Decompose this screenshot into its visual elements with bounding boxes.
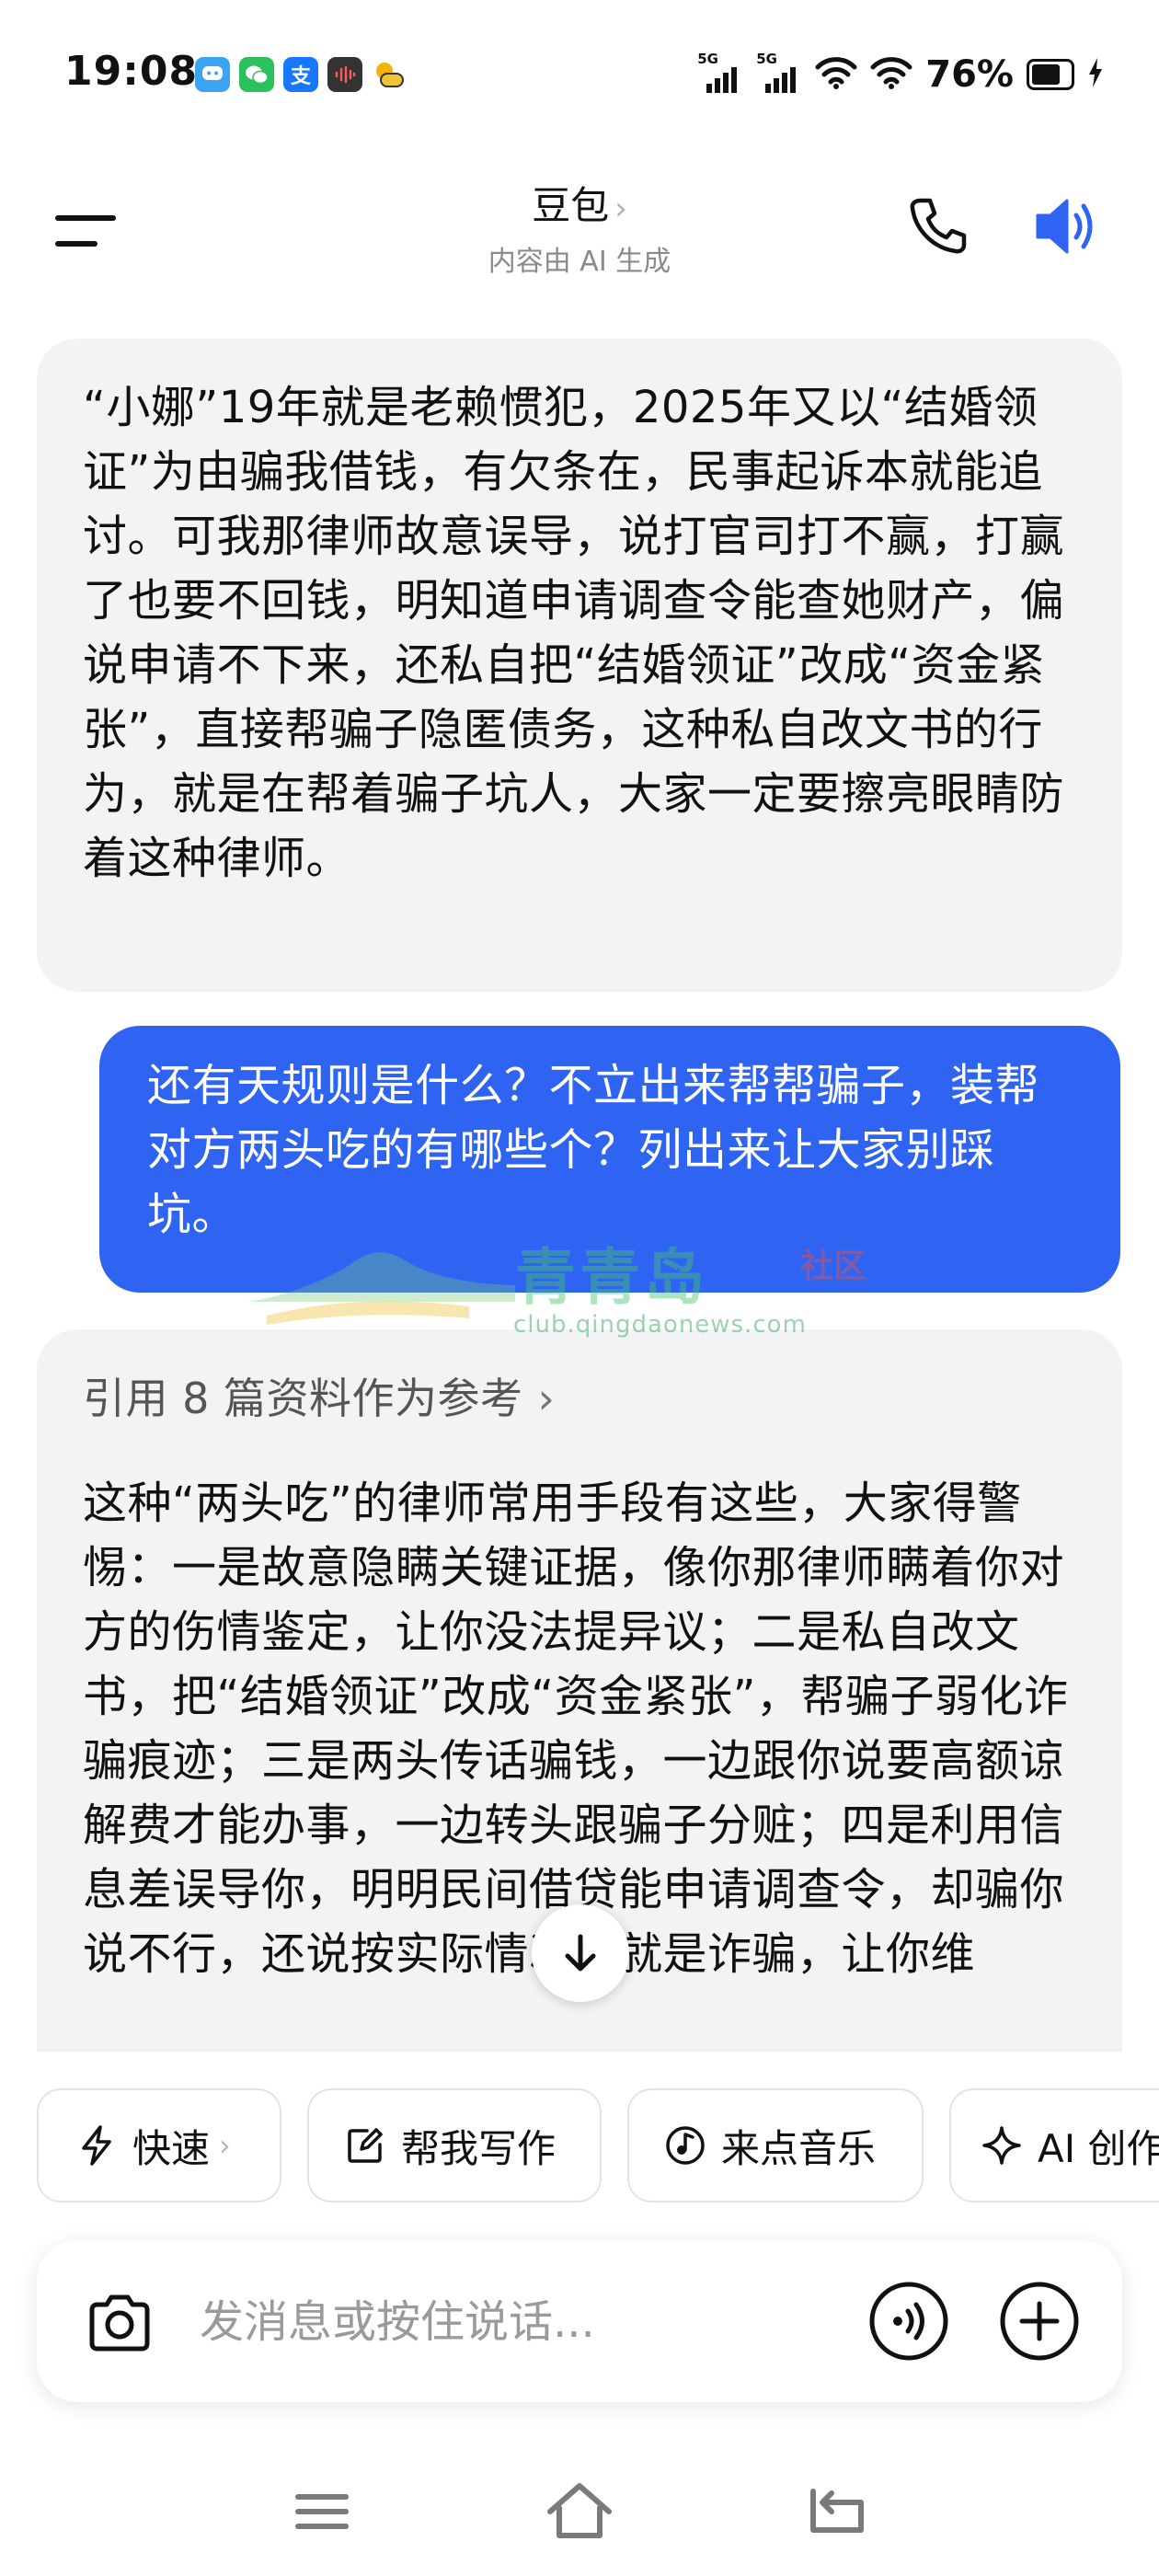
menu-lines-icon <box>295 2494 349 2529</box>
network-type-2: 5G <box>756 51 777 67</box>
camera-button[interactable] <box>83 2286 156 2360</box>
charging-icon <box>1087 57 1104 92</box>
message-input[interactable] <box>198 2284 772 2360</box>
signal-icon: 5G <box>697 51 743 93</box>
chip-writing[interactable]: 帮我写作 <box>307 2088 602 2202</box>
chip-label: 快速 <box>132 2125 211 2171</box>
wechat-icon <box>239 57 274 92</box>
message-composer <box>37 2240 1122 2402</box>
chip-label: 帮我写作 <box>401 2125 557 2171</box>
bubble-app-icon <box>195 57 230 92</box>
menu-button[interactable] <box>55 202 120 258</box>
nav-recents-button[interactable] <box>285 2475 359 2548</box>
home-icon <box>547 2483 612 2538</box>
network-type-1: 5G <box>697 51 718 67</box>
add-attachment-button[interactable] <box>998 2280 1081 2363</box>
audio-app-icon <box>327 57 362 92</box>
nav-home-button[interactable] <box>543 2475 616 2548</box>
message-text: “小娜”19年就是老赖惯犯，2025年又以“结婚领证”为由骗我借钱，有欠条在，民… <box>83 382 1065 884</box>
edit-icon <box>344 2124 386 2167</box>
nav-back-button[interactable] <box>800 2475 874 2548</box>
speaker-icon <box>1036 199 1093 254</box>
app-screen: 19:08 支 5G 5G 76% 豆包 › 内容由 AI 生成 “小娜”19年… <box>0 0 1159 2576</box>
phone-icon <box>910 198 967 254</box>
page-title[interactable]: 豆包 › <box>396 175 763 231</box>
header-title-group[interactable]: 豆包 › 内容由 AI 生成 <box>396 175 763 279</box>
page-title-text: 豆包 <box>532 183 610 228</box>
status-bar: 19:08 支 5G 5G 76% <box>0 0 1159 147</box>
camera-icon <box>89 2294 150 2352</box>
chip-fast-mode[interactable]: 快速 › <box>37 2088 281 2202</box>
weather-icon <box>372 57 407 92</box>
ai-disclaimer: 内容由 AI 生成 <box>488 246 671 278</box>
arrow-down-icon <box>565 1934 596 1972</box>
assistant-message: “小娜”19年就是老赖惯犯，2025年又以“结婚领证”为由骗我借钱，有欠条在，民… <box>37 339 1122 992</box>
chip-music[interactable]: 来点音乐 <box>627 2088 924 2202</box>
voice-button[interactable] <box>867 2280 950 2363</box>
menu-icon-line <box>55 215 116 221</box>
chip-ai-create[interactable]: AI 创作 <box>949 2088 1159 2202</box>
user-message: 还有天规则是什么？不立出来帮帮骗子，装帮对方两头吃的有哪些个？列出来让大家别踩坑… <box>99 1026 1120 1293</box>
system-nav-bar <box>0 2447 1159 2576</box>
references-text: 引用 8 篇资料作为参考 <box>83 1374 523 1423</box>
wifi-icon-2 <box>870 55 912 94</box>
alipay-icon: 支 <box>283 57 318 92</box>
chat-header: 豆包 › 内容由 AI 生成 <box>0 166 1159 304</box>
battery-icon <box>1027 59 1074 90</box>
alipay-glyph: 支 <box>290 65 311 88</box>
speaker-button[interactable] <box>1030 190 1104 263</box>
status-time: 19:08 <box>64 48 199 95</box>
status-right-group: 5G 5G 76% <box>697 51 1104 96</box>
plus-icon <box>1000 2282 1079 2361</box>
back-icon <box>810 2489 864 2533</box>
chip-label: 来点音乐 <box>721 2125 877 2171</box>
phone-call-button[interactable] <box>906 193 970 258</box>
menu-icon-line <box>55 241 98 247</box>
chip-label: AI 创作 <box>1038 2125 1159 2171</box>
chevron-right-icon: › <box>614 190 627 227</box>
battery-fill <box>1032 64 1060 85</box>
battery-percent: 76% <box>925 53 1014 96</box>
references-link[interactable]: 引用 8 篇资料作为参考 › <box>83 1366 1076 1431</box>
signal-icon-2: 5G <box>756 51 802 93</box>
chevron-right-icon: › <box>219 2128 231 2163</box>
voice-wave-icon <box>869 2282 948 2361</box>
wifi-icon <box>815 55 857 94</box>
lightning-icon <box>75 2124 118 2167</box>
scroll-to-bottom-button[interactable] <box>532 1904 629 2002</box>
chat-message-list[interactable]: “小娜”19年就是老赖惯犯，2025年又以“结婚领证”为由骗我借钱，有欠条在，民… <box>0 331 1159 2052</box>
quick-action-chips: 快速 › 帮我写作 来点音乐 AI 创作 <box>0 2088 1159 2208</box>
music-icon <box>664 2124 706 2167</box>
chevron-right-icon: › <box>537 1374 556 1423</box>
sparkle-icon <box>981 2124 1023 2167</box>
message-text: 还有天规则是什么？不立出来帮帮骗子，装帮对方两头吃的有哪些个？列出来让大家别踩坑… <box>147 1060 1040 1240</box>
status-app-icons: 支 <box>195 57 407 92</box>
